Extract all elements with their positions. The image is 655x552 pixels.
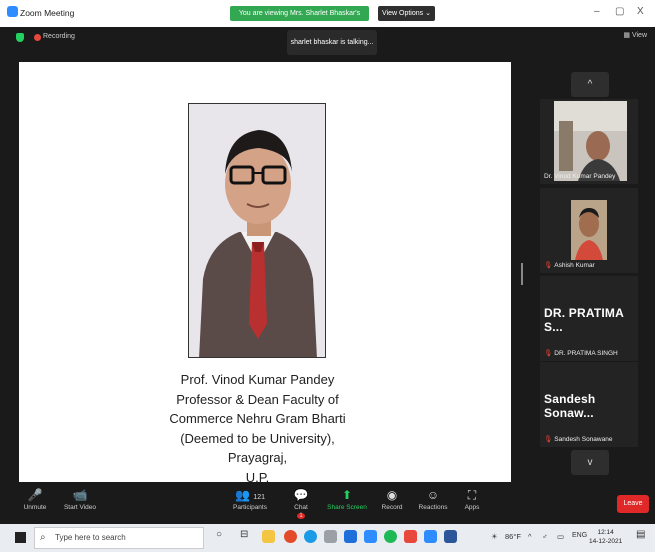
reactions-label: Reactions xyxy=(418,504,448,511)
record-button[interactable]: ◉ Record xyxy=(378,486,406,511)
zoom-active-icon[interactable] xyxy=(424,530,437,543)
share-screen-label: Share Screen xyxy=(327,504,367,511)
record-label: Record xyxy=(381,504,403,511)
participant-name-text: Sandesh Sonawane xyxy=(554,436,613,443)
chat-button[interactable]: 💬1 Chat xyxy=(290,486,312,519)
caption-line: (Deemed to be University), Prayagraj, xyxy=(180,430,335,466)
window-title-bar: Zoom Meeting You are viewing Mrs. Sharle… xyxy=(0,0,655,32)
mail-icon[interactable] xyxy=(344,530,357,543)
participant-name: 🎙 Ashish Kumar xyxy=(544,261,595,269)
apps-label: Apps xyxy=(464,504,480,511)
unmute-button[interactable]: 🎤 Unmute xyxy=(18,486,52,511)
participant-name-text: Ashish Kumar xyxy=(554,262,595,269)
portrait-image xyxy=(189,104,325,357)
language-indicator[interactable]: ENG xyxy=(572,532,587,539)
windows-start-icon[interactable] xyxy=(15,532,26,543)
participants-icon: 👥 121 xyxy=(235,488,265,502)
search-icon: ⌕ xyxy=(40,532,46,543)
restore-button[interactable]: ▢ xyxy=(615,6,624,17)
reactions-icon: ☺ xyxy=(426,488,440,502)
viewing-screen-banner: You are viewing Mrs. Sharlet Bhaskar's s… xyxy=(230,6,369,32)
caption-line: Prof. Vinod Kumar Pandey xyxy=(180,372,335,387)
participant-tile[interactable]: 🎙 Ashish Kumar xyxy=(540,188,638,273)
participants-button[interactable]: 👥 121 Participants xyxy=(230,486,270,511)
settings-icon[interactable] xyxy=(324,530,337,543)
tray-chevron-icon[interactable]: ^ xyxy=(528,532,532,541)
security-shield-icon[interactable] xyxy=(16,33,24,42)
chat-label: Chat xyxy=(294,504,308,511)
video-off-icon: 📹 xyxy=(72,488,88,502)
spotify-icon[interactable] xyxy=(384,530,397,543)
chrome-icon[interactable] xyxy=(284,530,297,543)
muted-mic-icon: 🎤 xyxy=(27,488,43,502)
start-video-button[interactable]: 📹 Start Video xyxy=(60,486,100,511)
participants-count: 121 xyxy=(253,494,265,501)
edge-icon[interactable] xyxy=(304,530,317,543)
leave-button[interactable]: Leave xyxy=(617,495,649,513)
taskbar-search-box[interactable]: ⌕ Type here to search xyxy=(34,527,204,549)
chat-icon: 💬1 xyxy=(293,488,309,519)
scroll-up-button[interactable]: ^ xyxy=(571,72,609,97)
participant-tile[interactable]: Sandesh Sonaw... 🎙 Sandesh Sonawane xyxy=(540,362,638,447)
network-icon[interactable]: ♂ xyxy=(542,532,548,541)
share-screen-icon: ⬆ xyxy=(341,488,353,502)
weather-icon: ☀ xyxy=(491,532,498,541)
participant-video xyxy=(571,200,607,260)
participant-name: Dr. Vinod Kumar Pandey xyxy=(544,173,616,180)
portrait-photo xyxy=(188,103,326,358)
unmute-label: Unmute xyxy=(23,504,47,511)
participant-video xyxy=(554,101,627,181)
scroll-down-button[interactable]: v xyxy=(571,450,609,475)
muted-mic-icon: 🎙 xyxy=(544,436,553,443)
talking-indicator: sharlet bhaskar is talking... xyxy=(287,30,377,55)
windows-taskbar: ⌕ Type here to search ○ ⊟ ☀ 86°F ^ ♂ ▭ E… xyxy=(0,524,655,552)
minimize-button[interactable]: – xyxy=(594,6,600,17)
share-screen-button[interactable]: ⬆ Share Screen xyxy=(326,486,368,511)
participant-name: 🎙 DR. PRATIMA SINGH xyxy=(544,349,618,357)
cortana-icon[interactable]: ○ xyxy=(216,529,222,540)
file-explorer-icon[interactable] xyxy=(262,530,275,543)
word-icon[interactable] xyxy=(444,530,457,543)
participants-label: Participants xyxy=(233,504,267,511)
zoom-app-icon xyxy=(7,6,18,17)
presentation-caption: Prof. Vinod Kumar Pandey Professor & Dea… xyxy=(150,370,365,487)
view-button[interactable]: ▦ View xyxy=(623,31,647,39)
muted-mic-icon: 🎙 xyxy=(544,350,553,357)
caption-line: Professor & Dean Faculty of xyxy=(176,391,339,407)
caption-line: Commerce Nehru Gram Bharti xyxy=(169,411,346,426)
view-options-button[interactable]: View Options ⌄ xyxy=(378,6,435,21)
notifications-icon[interactable]: ▤ xyxy=(636,529,645,540)
view-label: View xyxy=(631,32,647,39)
close-button[interactable]: X xyxy=(637,6,644,17)
reactions-button[interactable]: ☺ Reactions xyxy=(416,486,450,511)
start-video-label: Start Video xyxy=(63,504,97,511)
participant-name-large: DR. PRATIMA S... xyxy=(544,306,624,334)
zoom-taskbar-icon[interactable] xyxy=(364,530,377,543)
participant-name-text: DR. PRATIMA SINGH xyxy=(554,350,618,357)
apps-icon: ⛶ xyxy=(467,488,477,502)
chat-badge: 1 xyxy=(297,513,305,519)
search-placeholder: Type here to search xyxy=(55,533,126,542)
clock-date: 14-12-2021 xyxy=(589,538,623,545)
keyboard-icon[interactable]: ▭ xyxy=(557,532,564,541)
task-view-icon[interactable]: ⊟ xyxy=(240,529,248,540)
participant-name: 🎙 Sandesh Sonawane xyxy=(544,435,612,443)
taskbar-clock[interactable]: 12:14 14-12-2021 xyxy=(589,528,622,546)
participant-tile[interactable]: Dr. Vinod Kumar Pandey xyxy=(540,99,638,184)
video-frame xyxy=(571,200,607,260)
clock-time: 12:14 xyxy=(597,529,614,536)
participant-tile[interactable]: DR. PRATIMA S... 🎙 DR. PRATIMA SINGH xyxy=(540,276,638,361)
record-icon: ◉ xyxy=(386,488,398,502)
muted-mic-icon: 🎙 xyxy=(544,262,553,269)
pdf-icon[interactable] xyxy=(404,530,417,543)
weather-temp[interactable]: 86°F xyxy=(505,532,521,541)
apps-button[interactable]: ⛶ Apps xyxy=(461,486,483,511)
panel-resize-handle[interactable] xyxy=(521,263,523,285)
recording-label: Recording xyxy=(43,33,75,40)
recording-dot-icon xyxy=(34,34,41,41)
participant-name-large: Sandesh Sonaw... xyxy=(544,392,596,420)
window-title: Zoom Meeting xyxy=(20,8,75,18)
video-frame xyxy=(554,101,627,181)
